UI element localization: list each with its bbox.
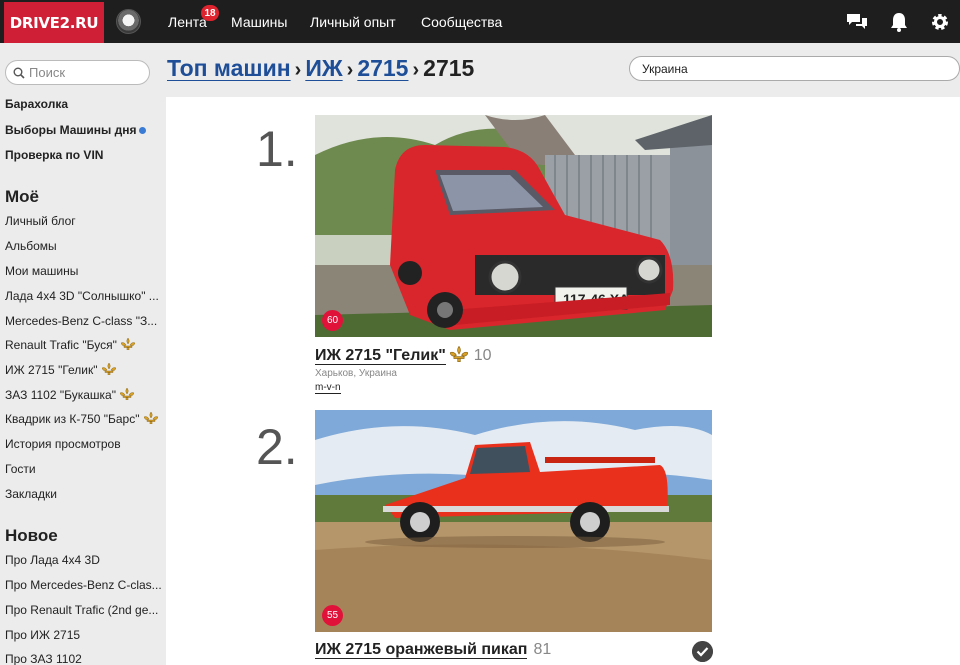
- chat-icon[interactable]: [846, 11, 868, 33]
- fleur-de-lis-icon: [120, 338, 135, 350]
- car-title-link[interactable]: ИЖ 2715 оранжевый пикап 81: [315, 641, 551, 659]
- gear-icon[interactable]: [929, 11, 951, 33]
- orange-pickup-photo: [315, 410, 712, 632]
- rank-number: 2.: [256, 419, 298, 475]
- sidebar-item-albums[interactable]: Альбомы: [5, 239, 163, 253]
- breadcrumb-brand[interactable]: ИЖ: [305, 55, 342, 81]
- car-location: Харьков, Украина: [315, 368, 397, 379]
- sidebar-item-new-renault[interactable]: Про Renault Trafic (2nd ge...: [5, 603, 163, 617]
- mine-section-title: Моё: [5, 187, 39, 206]
- breadcrumb-separator: ›: [294, 59, 302, 81]
- sidebar-search-input[interactable]: Поиск: [5, 60, 150, 85]
- red-van-photo: 117-46 ХА: [315, 115, 712, 337]
- new-dot-icon: [139, 127, 147, 135]
- car-photo[interactable]: 117-46 ХА: [315, 115, 712, 337]
- nav-experience[interactable]: Личный опыт: [310, 0, 396, 43]
- vote-count: 81: [533, 641, 552, 658]
- bell-icon[interactable]: [888, 11, 910, 33]
- photo-count-badge: 55: [322, 605, 343, 626]
- sidebar-item-zaz[interactable]: ЗАЗ 1102 "Букашка": [5, 388, 163, 402]
- sidebar-item-label: ИЖ 2715 "Гелик": [5, 363, 98, 377]
- sidebar-item-label: Выборы Машины дня: [5, 123, 137, 137]
- breadcrumb-top-cars[interactable]: Топ машин: [167, 55, 291, 81]
- nav-communities[interactable]: Сообщества: [421, 0, 502, 43]
- vote-count: 10: [473, 347, 492, 364]
- checkmark-icon: [692, 641, 713, 662]
- sidebar-item-label: Квадрик из К-750 "Барс": [5, 412, 140, 426]
- sidebar-item-new-mercedes[interactable]: Про Mercedes-Benz C-clas...: [5, 578, 163, 592]
- search-icon: [13, 67, 25, 79]
- sidebar-item-renault[interactable]: Renault Trafic "Буся": [5, 338, 163, 352]
- breadcrumb-current: 2715: [423, 55, 475, 81]
- breadcrumb: Топ машин › ИЖ › 2715 › 2715: [167, 55, 474, 82]
- nav-feed[interactable]: Лента: [168, 0, 207, 43]
- feed-count-badge: 18: [201, 5, 219, 21]
- car-title-text: ИЖ 2715 "Гелик": [315, 347, 446, 365]
- user-avatar[interactable]: [116, 9, 141, 34]
- car-photo[interactable]: [315, 410, 712, 632]
- fleur-de-lis-icon: [449, 346, 468, 362]
- sidebar-item-new-izh[interactable]: Про ИЖ 2715: [5, 628, 163, 642]
- sidebar-item-my-cars[interactable]: Мои машины: [5, 264, 163, 278]
- fleur-de-lis-icon: [143, 412, 158, 424]
- breadcrumb-model[interactable]: 2715: [357, 55, 408, 81]
- sidebar-item-izh[interactable]: ИЖ 2715 "Гелик": [5, 363, 163, 377]
- region-filter-input[interactable]: Украина: [629, 56, 960, 81]
- sidebar-item-vin-check[interactable]: Проверка по VIN: [5, 148, 163, 162]
- car-title-link[interactable]: ИЖ 2715 "Гелик" 10: [315, 346, 492, 365]
- breadcrumb-separator: ›: [412, 59, 420, 81]
- sidebar-item-blog[interactable]: Личный блог: [5, 214, 163, 228]
- sidebar-item-lada[interactable]: Лада 4x4 3D "Солнышко" ...: [5, 289, 163, 303]
- owner-link[interactable]: m-v-n: [315, 382, 341, 394]
- sidebar-item-flea-market[interactable]: Барахолка: [5, 97, 163, 111]
- top-bar: DRIVE2.RU Лента 18 Машины Личный опыт Со…: [0, 0, 960, 43]
- car-title-text: ИЖ 2715 оранжевый пикап: [315, 641, 528, 659]
- sidebar-item-kvadrik[interactable]: Квадрик из К-750 "Барс": [5, 412, 163, 426]
- nav-cars[interactable]: Машины: [231, 0, 287, 43]
- sidebar-item-bookmarks[interactable]: Закладки: [5, 487, 163, 501]
- photo-count-badge: 60: [322, 310, 343, 331]
- fleur-de-lis-icon: [119, 388, 134, 400]
- sidebar-item-guests[interactable]: Гости: [5, 462, 163, 476]
- sidebar-item-new-lada[interactable]: Про Лада 4x4 3D: [5, 553, 163, 567]
- breadcrumb-separator: ›: [346, 59, 354, 81]
- fleur-de-lis-icon: [101, 363, 116, 375]
- sidebar-item-mercedes[interactable]: Mercedes-Benz C-class "З...: [5, 314, 163, 328]
- sidebar-item-label: Renault Trafic "Буся": [5, 338, 117, 352]
- sidebar-item-car-of-day[interactable]: Выборы Машины дня: [5, 123, 163, 137]
- sidebar: Поиск Барахолка Выборы Машины дня Провер…: [0, 43, 166, 665]
- sidebar-item-history[interactable]: История просмотров: [5, 437, 163, 451]
- sidebar-item-label: ЗАЗ 1102 "Букашка": [5, 388, 116, 402]
- sidebar-item-new-zaz[interactable]: Про ЗАЗ 1102: [5, 652, 163, 665]
- search-placeholder: Поиск: [29, 65, 66, 80]
- new-section-title: Новое: [5, 526, 58, 545]
- rank-number: 1.: [256, 121, 298, 177]
- site-logo[interactable]: DRIVE2.RU: [4, 2, 104, 43]
